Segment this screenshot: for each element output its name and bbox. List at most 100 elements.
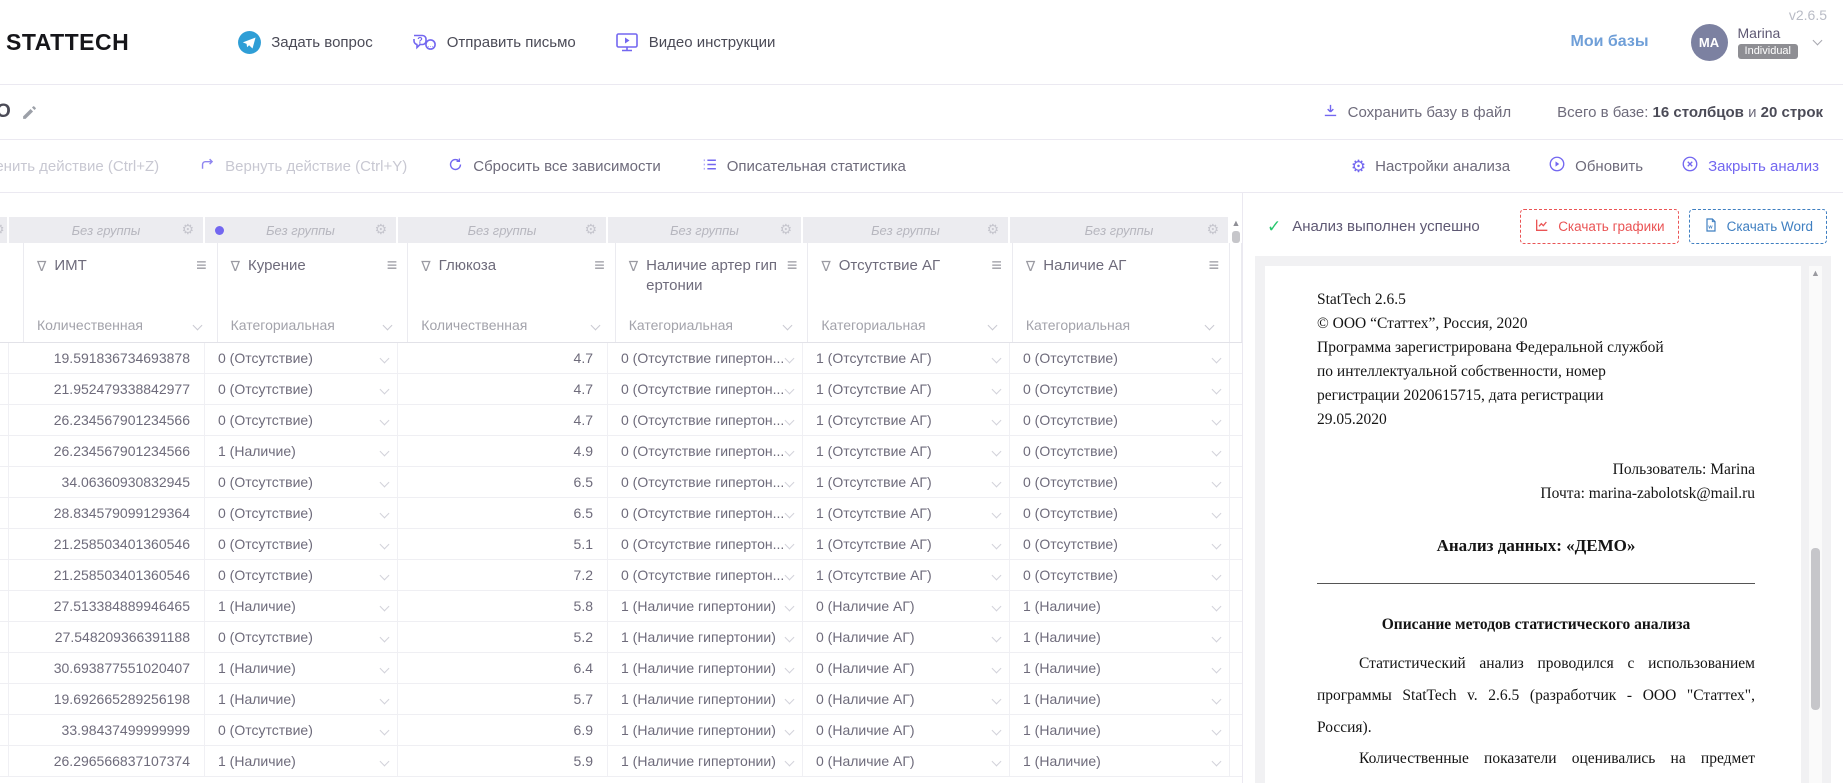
cell-numeric[interactable]: 4.7	[398, 374, 608, 404]
cell-categorical[interactable]: 1 (Отсутствие АГ)	[803, 343, 1010, 373]
cell-numeric[interactable]: 5.8	[398, 591, 608, 621]
cell-numeric[interactable]: 27.513384889946465	[9, 591, 205, 621]
column-type-select[interactable]: Категориальная	[1026, 317, 1219, 333]
analysis-settings-button[interactable]: ⚙ Настройки анализа	[1351, 158, 1510, 175]
column-type-select[interactable]: Категориальная	[629, 317, 798, 333]
filter-icon[interactable]: ∇	[421, 257, 430, 276]
gear-icon[interactable]: ⚙	[986, 221, 999, 238]
download-charts-button[interactable]: Скачать графики	[1520, 209, 1678, 244]
cell-categorical[interactable]: 0 (Отсутствие гипертон...	[608, 405, 803, 435]
cell-categorical[interactable]: 0 (Наличие АГ)	[803, 622, 1010, 652]
cell-categorical[interactable]: 1 (Наличие)	[1010, 684, 1230, 714]
filter-icon[interactable]: ∇	[37, 257, 46, 276]
cell-numeric[interactable]: 26.234567901234566	[9, 405, 205, 435]
filter-icon[interactable]: ∇	[231, 257, 240, 276]
cell-numeric[interactable]: 4.7	[398, 343, 608, 373]
cell-numeric[interactable]: 4.7	[398, 405, 608, 435]
cell-categorical[interactable]: 0 (Наличие АГ)	[803, 653, 1010, 683]
group-cell[interactable]: Без группы⚙	[608, 217, 803, 243]
cell-numeric[interactable]: 5.9	[398, 746, 608, 776]
cell-numeric[interactable]: 7.2	[398, 560, 608, 590]
cell-categorical[interactable]: 0 (Отсутствие)	[205, 405, 398, 435]
cell-categorical[interactable]: 1 (Наличие)	[1010, 591, 1230, 621]
table-scrollbar[interactable]: ▲	[1230, 217, 1242, 243]
chevron-down-icon[interactable]	[1813, 35, 1823, 45]
column-header-hypertension[interactable]: ∇Наличие артер гипертонии≡ Категориальна…	[616, 243, 809, 342]
menu-icon[interactable]: ≡	[991, 256, 1002, 276]
cell-categorical[interactable]: 0 (Отсутствие)	[1010, 560, 1230, 590]
cell-numeric[interactable]: 30.693877551020407	[9, 653, 205, 683]
cell-categorical[interactable]: 1 (Наличие)	[205, 591, 398, 621]
cell-numeric[interactable]: 21.952479338842977	[9, 374, 205, 404]
group-cell[interactable]: Без группы⚙	[398, 217, 608, 243]
cell-categorical[interactable]: 1 (Наличие гипертонии)	[608, 684, 803, 714]
group-cell[interactable]: Без группы⚙	[1010, 217, 1230, 243]
cell-categorical[interactable]: 1 (Наличие гипертонии)	[608, 622, 803, 652]
cell-categorical[interactable]: 0 (Отсутствие)	[1010, 343, 1230, 373]
cell-categorical[interactable]: 1 (Наличие)	[1010, 653, 1230, 683]
cell-categorical[interactable]: 0 (Отсутствие)	[1010, 498, 1230, 528]
nav-video-instructions[interactable]: Видео инструкции	[614, 30, 776, 54]
cell-categorical[interactable]: 0 (Отсутствие)	[205, 715, 398, 745]
gear-icon[interactable]: ⚙	[584, 221, 597, 238]
menu-icon[interactable]: ≡	[387, 256, 398, 276]
descriptive-statistics-button[interactable]: Описательная статистика	[701, 156, 906, 177]
download-word-button[interactable]: w Скачать Word	[1689, 209, 1827, 244]
column-type-select[interactable]: Количественная	[421, 317, 604, 333]
filter-icon[interactable]: ∇	[1026, 257, 1035, 276]
cell-categorical[interactable]: 0 (Отсутствие)	[205, 560, 398, 590]
menu-icon[interactable]: ≡	[1209, 256, 1220, 276]
cell-categorical[interactable]: 0 (Отсутствие гипертон...	[608, 498, 803, 528]
cell-categorical[interactable]: 0 (Отсутствие гипертон...	[608, 529, 803, 559]
nav-ask-question[interactable]: Задать вопрос	[237, 30, 372, 55]
cell-categorical[interactable]: 1 (Наличие гипертонии)	[608, 715, 803, 745]
filter-icon[interactable]: ∇	[821, 257, 830, 276]
close-analysis-button[interactable]: Закрыть анализ	[1681, 155, 1819, 177]
cell-categorical[interactable]: 0 (Отсутствие)	[205, 498, 398, 528]
cell-categorical[interactable]: 1 (Наличие)	[205, 653, 398, 683]
column-header-imt[interactable]: ∇ИМТ≡ Количественная	[24, 243, 218, 342]
menu-icon[interactable]: ≡	[594, 256, 605, 276]
menu-icon[interactable]: ≡	[196, 256, 207, 276]
column-header-glucose[interactable]: ∇Глюкоза≡ Количественная	[408, 243, 615, 342]
gear-icon[interactable]: ⚙	[1206, 221, 1219, 238]
cell-categorical[interactable]: 0 (Отсутствие гипертон...	[608, 343, 803, 373]
cell-numeric[interactable]: 26.296566837107374	[9, 746, 205, 776]
gear-icon[interactable]: ⚙	[374, 221, 387, 238]
undo-button[interactable]: менить действие (Ctrl+Z)	[0, 158, 159, 175]
cell-categorical[interactable]: 1 (Наличие гипертонии)	[608, 653, 803, 683]
column-header-smoking[interactable]: ∇Курение≡ Категориальная	[218, 243, 409, 342]
cell-categorical[interactable]: 1 (Отсутствие АГ)	[803, 436, 1010, 466]
cell-categorical[interactable]: 1 (Наличие гипертонии)	[608, 746, 803, 776]
cell-numeric[interactable]: 28.834579099129364	[9, 498, 205, 528]
cell-categorical[interactable]: 0 (Наличие АГ)	[803, 746, 1010, 776]
cell-categorical[interactable]: 0 (Отсутствие)	[205, 622, 398, 652]
cell-categorical[interactable]: 1 (Наличие гипертонии)	[608, 591, 803, 621]
menu-icon[interactable]: ≡	[787, 256, 798, 297]
cell-categorical[interactable]: 0 (Отсутствие)	[1010, 405, 1230, 435]
cell-categorical[interactable]: 1 (Отсутствие АГ)	[803, 405, 1010, 435]
cell-numeric[interactable]: 19.591836734693878	[9, 343, 205, 373]
cell-numeric[interactable]: 6.5	[398, 467, 608, 497]
cell-numeric[interactable]: 21.258503401360546	[9, 529, 205, 559]
scroll-up-icon[interactable]: ▲	[1232, 219, 1241, 228]
cell-categorical[interactable]: 0 (Отсутствие)	[205, 467, 398, 497]
cell-categorical[interactable]: 1 (Наличие)	[1010, 746, 1230, 776]
group-cell[interactable]: Без группы⚙	[803, 217, 1010, 243]
group-cell[interactable]: Без группы⚙	[9, 217, 205, 243]
cell-categorical[interactable]: 1 (Наличие)	[205, 746, 398, 776]
cell-categorical[interactable]: 0 (Отсутствие гипертон...	[608, 436, 803, 466]
edit-pencil-icon[interactable]	[21, 104, 38, 121]
cell-numeric[interactable]: 6.4	[398, 653, 608, 683]
scrollbar-thumb[interactable]	[1811, 548, 1820, 710]
scrollbar-thumb[interactable]	[1232, 231, 1240, 243]
cell-categorical[interactable]: 0 (Отсутствие)	[1010, 436, 1230, 466]
cell-categorical[interactable]: 1 (Наличие)	[1010, 622, 1230, 652]
gear-icon[interactable]: ⚙	[779, 221, 792, 238]
cell-categorical[interactable]: 0 (Отсутствие)	[1010, 374, 1230, 404]
table-scrollbar-track[interactable]	[1230, 243, 1242, 342]
avatar[interactable]: MA	[1691, 24, 1728, 61]
cell-numeric[interactable]: 5.2	[398, 622, 608, 652]
column-header-no-ag[interactable]: ∇Отсутствие АГ≡ Категориальная	[808, 243, 1012, 342]
nav-send-letter[interactable]: ? ... Отправить письмо	[411, 30, 576, 54]
